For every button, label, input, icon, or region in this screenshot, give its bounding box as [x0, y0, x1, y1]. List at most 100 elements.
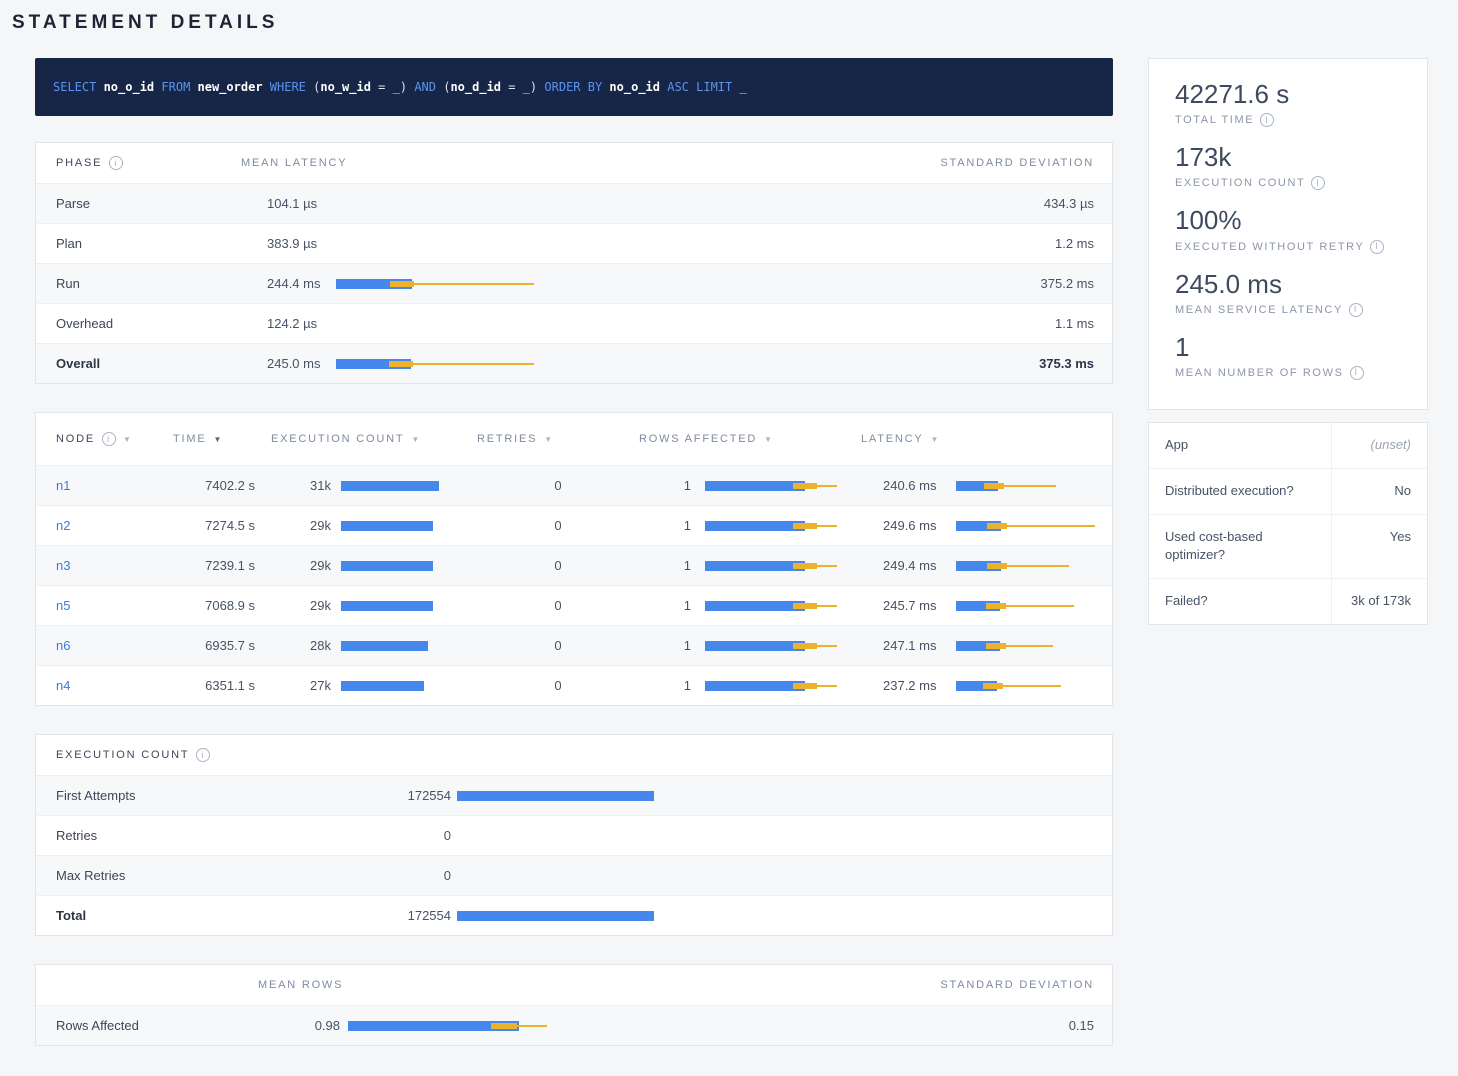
sort-desc-icon[interactable]: ▼ [123, 435, 133, 444]
node-latency: 240.6 ms [861, 478, 956, 493]
stat-execution-count: 173k EXECUTION COUNT i [1175, 142, 1401, 190]
rows-affected-header-cell[interactable]: ROWS AFFECTED ▼ [639, 433, 861, 445]
detail-value: Yes [1332, 515, 1427, 579]
latency-header-cell[interactable]: LATENCY ▼ [861, 433, 1114, 445]
exec-row-max-retries: Max Retries 0 [36, 855, 1112, 895]
info-icon[interactable]: i [1349, 303, 1363, 317]
mean-rows-bar [348, 1020, 771, 1032]
latency-bar [956, 560, 1114, 572]
stat-label: MEAN NUMBER OF ROWS [1175, 367, 1344, 379]
exec-row-value: 0 [356, 828, 451, 843]
sort-desc-icon[interactable]: ▼ [764, 435, 774, 444]
node-retries: 0 [477, 478, 639, 493]
sql-keyword: WHERE [270, 80, 313, 94]
info-icon[interactable]: i [102, 432, 116, 446]
sort-desc-icon[interactable]: ▼ [931, 435, 941, 444]
bar-mean [705, 521, 805, 531]
node-link[interactable]: n3 [36, 558, 173, 573]
sql-text: = _) [501, 80, 544, 94]
statement-details-panel: App (unset) Distributed execution? No Us… [1148, 422, 1428, 625]
rows-affected-header-label: ROWS AFFECTED [639, 433, 757, 445]
bar-stddev-tick [986, 603, 1006, 609]
info-icon[interactable]: i [1311, 176, 1325, 190]
node-time: 6351.1 s [173, 678, 271, 693]
rows-affected-table: MEAN ROWS STANDARD DEVIATION Rows Affect… [35, 964, 1113, 1046]
info-icon[interactable]: i [1350, 366, 1364, 380]
node-rows-affected: 1 [639, 638, 691, 653]
std-deviation-value: 0.15 [771, 1018, 1114, 1033]
node-latency: 249.6 ms [861, 518, 956, 533]
stat-total-time: 42271.6 s TOTAL TIME i [1175, 79, 1401, 127]
latency-bar [956, 600, 1114, 612]
bar-mean [705, 681, 805, 691]
bar-mean [457, 911, 654, 921]
sql-keyword: FROM [161, 80, 197, 94]
info-icon[interactable]: i [1260, 113, 1274, 127]
exec-row-label: Retries [36, 828, 356, 843]
info-icon[interactable]: i [109, 156, 123, 170]
node-table-header: NODE i ▼ TIME ▼ EXECUTION COUNT ▼ RETRIE… [36, 413, 1112, 465]
node-latency: 247.1 ms [861, 638, 956, 653]
rows-affected-label: Rows Affected [36, 1018, 258, 1033]
info-icon[interactable]: i [1370, 240, 1384, 254]
node-time: 7274.5 s [173, 518, 271, 533]
node-retries: 0 [477, 598, 639, 613]
rows-affected-header: MEAN ROWS STANDARD DEVIATION [36, 965, 1112, 1005]
bar-stddev-tick [987, 563, 1007, 569]
exec-row-label: Max Retries [36, 868, 356, 883]
exec-count-bar [341, 600, 477, 612]
latency-bar [956, 520, 1114, 532]
latency-bar [336, 278, 764, 290]
node-row: n2 7274.5 s 29k 0 1 249.6 ms [36, 505, 1112, 545]
node-exec-count: 29k [271, 598, 331, 613]
node-rows-affected: 1 [639, 558, 691, 573]
node-link[interactable]: n4 [36, 678, 173, 693]
node-table: NODE i ▼ TIME ▼ EXECUTION COUNT ▼ RETRIE… [35, 412, 1113, 706]
exec-row-value: 172554 [356, 908, 451, 923]
sort-desc-icon[interactable]: ▼ [411, 435, 421, 444]
rows-affected-bar [705, 520, 861, 532]
node-header-cell[interactable]: NODE i ▼ [36, 432, 173, 446]
node-link[interactable]: n6 [36, 638, 173, 653]
app-label: App [1149, 423, 1332, 468]
phase-row-overhead: Overhead 124.2 µs 1.1 ms [36, 303, 1112, 343]
node-exec-count: 28k [271, 638, 331, 653]
sql-identifier: no_o_id [609, 80, 660, 94]
app-row: App (unset) [1149, 423, 1427, 468]
rows-affected-row: Rows Affected 0.98 0.15 [36, 1005, 1112, 1045]
detail-value: 3k of 173k [1332, 579, 1427, 624]
mean-latency-value: 244.4 ms [241, 276, 336, 291]
sort-desc-icon[interactable]: ▼ [213, 435, 223, 444]
sort-desc-icon[interactable]: ▼ [544, 435, 554, 444]
stat-label: EXECUTION COUNT [1175, 177, 1305, 189]
bar-stddev-tick [491, 1023, 517, 1029]
node-latency: 249.4 ms [861, 558, 956, 573]
mean-rows-value: 0.98 [258, 1018, 340, 1033]
bar-mean [341, 641, 428, 651]
stat-value: 42271.6 s [1175, 79, 1401, 110]
node-link[interactable]: n2 [36, 518, 173, 533]
retries-header-cell[interactable]: RETRIES ▼ [477, 433, 639, 445]
std-deviation-header: STANDARD DEVIATION [764, 157, 1114, 169]
node-rows-affected: 1 [639, 598, 691, 613]
node-link[interactable]: n5 [36, 598, 173, 613]
exec-row-value: 0 [356, 868, 451, 883]
sql-keyword: SELECT [53, 80, 104, 94]
node-rows-affected: 1 [639, 518, 691, 533]
time-header-cell[interactable]: TIME ▼ [173, 433, 271, 445]
node-row: n6 6935.7 s 28k 0 1 247.1 ms [36, 625, 1112, 665]
info-icon[interactable]: i [196, 748, 210, 762]
phase-row-run: Run 244.4 ms 375.2 ms [36, 263, 1112, 303]
node-link[interactable]: n1 [36, 478, 173, 493]
exec-count-header-cell[interactable]: EXECUTION COUNT ▼ [271, 433, 477, 445]
node-row: n4 6351.1 s 27k 0 1 237.2 ms [36, 665, 1112, 705]
std-deviation-value: 434.3 µs [764, 196, 1114, 211]
bar-mean [341, 521, 433, 531]
page-layout: SELECT no_o_id FROM new_order WHERE (no_… [0, 34, 1458, 1076]
std-deviation-value: 1.2 ms [764, 236, 1114, 251]
exec-count-bar [341, 640, 477, 652]
bar-stddev-tick [793, 643, 817, 649]
bar-stddev-tick [390, 281, 414, 287]
sql-keyword: ASC LIMIT [667, 80, 739, 94]
rows-affected-bar [705, 640, 861, 652]
